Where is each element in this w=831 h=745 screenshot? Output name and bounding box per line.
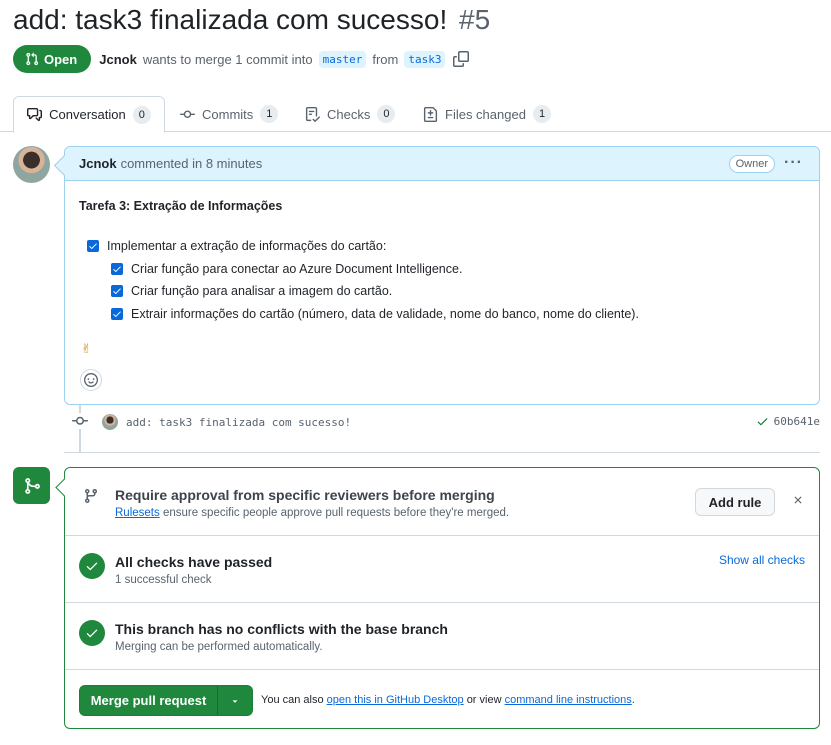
open-github-desktop-link[interactable]: open this in GitHub Desktop [327,694,464,706]
checkbox-checked-icon[interactable] [87,240,99,253]
merge-options-dropdown[interactable] [218,685,253,716]
task-text: Criar função para analisar a imagem do c… [131,284,393,299]
conflicts-subtitle: Merging can be performed automatically. [115,641,323,653]
tab-conversation[interactable]: Conversation 0 [13,96,165,133]
comment-box: Jcnok commented in 8 minutes Owner ··· T… [64,146,820,405]
merge-status-icon [13,467,50,504]
task-text: Implementar a extração de informações do… [107,239,387,254]
checks-title: All checks have passed [115,554,273,570]
kebab-horizontal-icon[interactable]: ··· [784,154,803,172]
ruleset-subtitle: Rulesets ensure specific people approve … [115,507,509,519]
merge-text: wants to merge 1 commit into [142,51,313,67]
tab-files-changed[interactable]: Files changed 1 [423,96,552,132]
base-branch[interactable]: master [318,50,367,68]
task-item: Criar função para conectar ao Azure Docu… [111,258,805,281]
merge-pull-request-button[interactable]: Merge pull request [79,685,218,716]
from-text: from [372,51,399,67]
git-branch-icon [84,489,97,504]
merge-button-group: Merge pull request [79,685,253,716]
add-reaction-button[interactable] [80,369,102,391]
conflicts-section: This branch has no conflicts with the ba… [65,603,819,670]
pr-title: add: task3 finalizada com sucesso! #5 [13,4,490,36]
commit-message[interactable]: add: task3 finalizada com sucesso! [126,416,351,429]
tab-checks[interactable]: Checks 0 [305,96,396,132]
file-diff-icon [423,106,438,122]
comment-heading: Tarefa 3: Extração de Informações [79,199,283,213]
task-text: Extrair informações do cartão (número, d… [131,306,639,321]
commit-status: 60b641e [756,415,820,428]
close-icon[interactable] [792,494,804,506]
git-commit-icon [72,412,88,432]
checkbox-checked-icon[interactable] [111,307,123,320]
add-rule-button[interactable]: Add rule [695,488,775,516]
timeline-divider [64,452,820,453]
pr-author-link[interactable]: Jcnok [99,52,137,67]
checks-section: All checks have passed 1 successful chec… [65,536,819,603]
merge-note-mid: or view [466,694,502,706]
checkbox-checked-icon[interactable] [111,262,123,275]
commit-avatar[interactable] [102,414,118,430]
checklist-icon [305,106,320,122]
tab-conversation-count: 0 [132,105,151,124]
commit-row: add: task3 finalizada com sucesso! 60b64… [72,411,820,433]
show-all-checks-link[interactable]: Show all checks [719,553,805,567]
check-circle-icon [79,620,105,646]
merge-note: You can also open this in GitHub Desktop… [261,694,635,706]
merge-box: Require approval from specific reviewers… [64,467,820,729]
checkbox-checked-icon[interactable] [111,285,123,298]
pr-tabs: Conversation 0 Commits 1 Checks 0 Files … [0,96,831,133]
task-item: Criar função para analisar a imagem do c… [111,280,805,303]
tab-files-changed-label: Files changed [445,106,526,122]
comment-author[interactable]: Jcnok [79,156,117,171]
comment-header: Jcnok commented in 8 minutes Owner ··· [65,147,819,181]
git-merge-icon [24,477,40,494]
state-badge: Open [13,45,92,73]
pr-meta: Open Jcnok wants to merge 1 commit into … [13,45,470,73]
pr-title-text: add: task3 finalizada com sucesso! [13,4,448,35]
smiley-icon [84,373,98,387]
avatar[interactable] [13,146,50,183]
task-text: Criar função para conectar ao Azure Docu… [131,261,463,276]
command-line-instructions-link[interactable]: command line instructions [505,694,632,706]
ruleset-sub-text: ensure specific people approve pull requ… [162,507,510,519]
merge-note-suffix: . [631,694,635,706]
comment-body: Tarefa 3: Extração de Informações Implem… [65,181,819,405]
copy-icon[interactable] [453,51,470,67]
comment-discussion-icon [27,107,43,122]
merge-note-prefix: You can also [261,694,324,706]
ruleset-section: Require approval from specific reviewers… [65,468,819,536]
checks-subtitle: 1 successful check [115,574,212,586]
rulesets-link[interactable]: Rulesets [115,507,160,519]
comment-meta[interactable]: commented in 8 minutes [121,156,263,171]
check-circle-icon [79,553,105,579]
merge-action-section: Merge pull request You can also open thi… [65,670,819,728]
tab-commits[interactable]: Commits 1 [180,96,279,132]
tab-commits-count: 1 [260,105,279,123]
victory-hand-emoji: ✌ [81,341,92,356]
tab-checks-count: 0 [377,105,396,123]
tab-checks-label: Checks [327,106,371,122]
state-label: Open [44,51,78,67]
head-branch[interactable]: task3 [404,50,446,68]
conflicts-title: This branch has no conflicts with the ba… [115,621,448,637]
git-pull-request-icon [26,52,39,66]
tab-conversation-label: Conversation [49,107,126,122]
owner-badge: Owner [728,155,775,173]
commit-sha[interactable]: 60b641e [774,415,820,428]
tab-commits-label: Commits [202,106,254,122]
check-icon[interactable] [756,415,769,428]
tab-files-changed-count: 1 [532,105,552,123]
ruleset-title: Require approval from specific reviewers… [115,487,495,503]
task-item: Implementar a extração de informações do… [87,235,805,258]
pr-number: #5 [459,4,491,35]
triangle-down-icon [232,699,238,703]
task-item: Extrair informações do cartão (número, d… [111,303,805,326]
git-commit-icon [180,110,195,118]
